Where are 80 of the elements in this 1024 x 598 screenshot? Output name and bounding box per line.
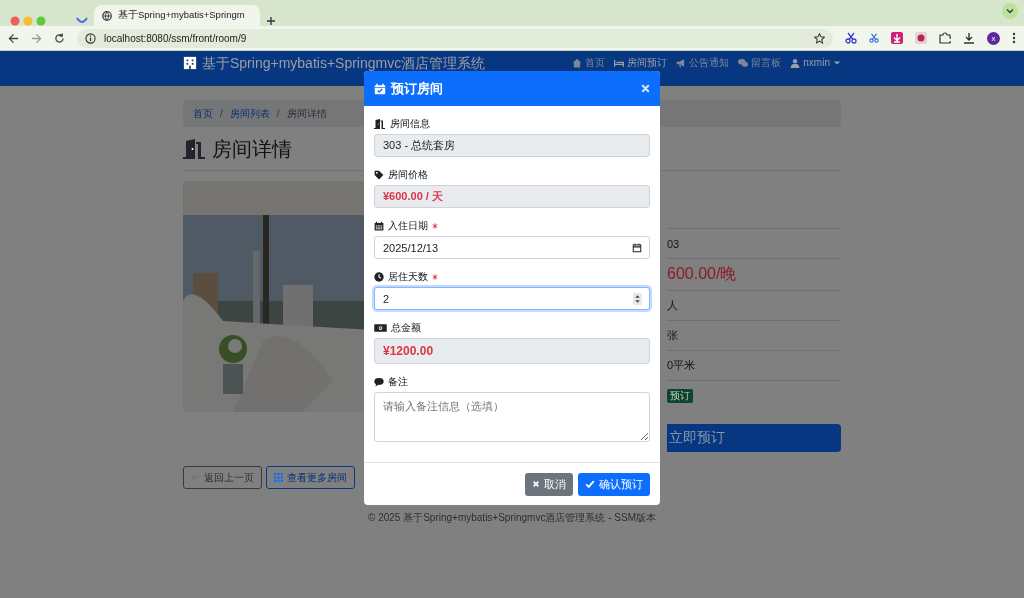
more-icon[interactable]: [1012, 32, 1016, 44]
calendar-icon: [374, 220, 384, 231]
reload-icon[interactable]: [54, 32, 65, 44]
date-field[interactable]: 2025/12/13: [374, 236, 650, 259]
site-brand[interactable]: 基于Spring+mybatis+Springmvc酒店管理系统: [183, 55, 486, 71]
address-bar[interactable]: localhost:8080/ssm/front/room/9: [77, 28, 833, 48]
door-icon: [183, 139, 206, 159]
caret-icon: [833, 59, 841, 67]
forward-icon[interactable]: [31, 32, 42, 44]
breadcrumb-separator: /: [220, 108, 223, 119]
user-icon: [790, 58, 801, 68]
nav-link[interactable]: 留言板: [738, 55, 782, 71]
x-icon: [532, 480, 540, 488]
page-title: 房间详情: [212, 136, 292, 162]
dialog-title: 预订房间: [391, 79, 443, 98]
check-icon: [585, 479, 595, 489]
breadcrumb-current: 房间详情: [286, 106, 327, 121]
nav-link[interactable]: 首页: [572, 55, 606, 71]
room-price-field[interactable]: ¥600.00 / 天: [374, 185, 650, 208]
new-tab-icon[interactable]: [266, 16, 276, 26]
breadcrumb-link[interactable]: 房间列表: [229, 106, 270, 121]
field-label: 房间价格: [388, 167, 428, 182]
book-now-button[interactable]: 立即预订: [667, 424, 841, 452]
footer-text: © 2025 基于Spring+mybatis+Springmvc酒店管理系统 - SSM版本: [367, 511, 657, 525]
number-field[interactable]: 2: [374, 287, 650, 310]
tab-title: 基于Spring+mybatis+Springm: [118, 9, 245, 22]
home-icon: [572, 58, 583, 68]
door-icon: [374, 118, 386, 129]
money-icon: [374, 322, 387, 333]
cancel-button[interactable]: 取消: [525, 472, 573, 496]
clock-icon: [374, 271, 384, 282]
calendar-check-icon: [374, 82, 386, 95]
more-rooms-button[interactable]: 查看更多房间: [266, 466, 355, 489]
detail-value: 人: [667, 298, 678, 313]
detail-value: 03: [667, 237, 680, 250]
info-icon[interactable]: [85, 32, 96, 44]
nav-link[interactable]: 公告通知: [676, 55, 730, 71]
extension-icon[interactable]: [915, 32, 927, 44]
app-icon[interactable]: [76, 16, 88, 26]
back-icon[interactable]: [8, 32, 19, 44]
scissors-icon[interactable]: [869, 33, 879, 43]
download-icon[interactable]: [963, 32, 975, 44]
comments-icon: [738, 58, 749, 68]
megaphone-icon: [676, 58, 687, 68]
building-icon: [183, 56, 197, 70]
remarks-field[interactable]: 请输入备注信息（选填）: [374, 392, 650, 442]
tag-icon: [374, 169, 384, 180]
url-text: localhost:8080/ssm/front/room/9: [104, 32, 247, 44]
breadcrumb-separator: /: [276, 108, 280, 119]
puzzle-icon[interactable]: [939, 32, 951, 44]
browser-tab[interactable]: 基于Spring+mybatis+Springm: [94, 5, 260, 26]
bed-icon: [614, 58, 625, 68]
grid-icon: [274, 473, 283, 482]
field-label: 备注: [388, 374, 408, 389]
profile-avatar[interactable]: x: [987, 31, 1000, 45]
star-icon[interactable]: [814, 32, 825, 44]
speech-bubble-icon: [374, 376, 384, 387]
close-icon[interactable]: [641, 84, 650, 93]
total-amount-field[interactable]: ¥1200.00: [374, 338, 650, 364]
required-icon: [432, 273, 438, 280]
detail-value: 张: [667, 328, 678, 343]
scissors-icon[interactable]: [845, 32, 857, 44]
nav-link[interactable]: 房间预订: [614, 55, 668, 71]
confirm-button[interactable]: 确认预订: [578, 472, 650, 496]
download-extension-icon[interactable]: [891, 32, 903, 44]
breadcrumb-link[interactable]: 首页: [193, 106, 213, 121]
field-label: 总金额: [391, 320, 421, 335]
room-info-field[interactable]: 303 - 总统套房: [374, 134, 650, 157]
status-badge: 预订: [667, 388, 693, 403]
field-label: 入住日期: [388, 218, 428, 233]
field-label: 房间信息: [389, 116, 430, 131]
required-icon: [432, 222, 438, 229]
chevron-down-icon[interactable]: [1006, 7, 1014, 15]
room-price: 600.00/晚: [667, 264, 737, 284]
detail-value: 0平米: [667, 358, 696, 373]
calendar-icon: [632, 242, 642, 253]
user-menu[interactable]: nxmin: [790, 55, 841, 71]
spinner-icon: [632, 292, 642, 305]
field-label: 居住天数: [388, 269, 428, 284]
globe-icon: [102, 10, 112, 21]
